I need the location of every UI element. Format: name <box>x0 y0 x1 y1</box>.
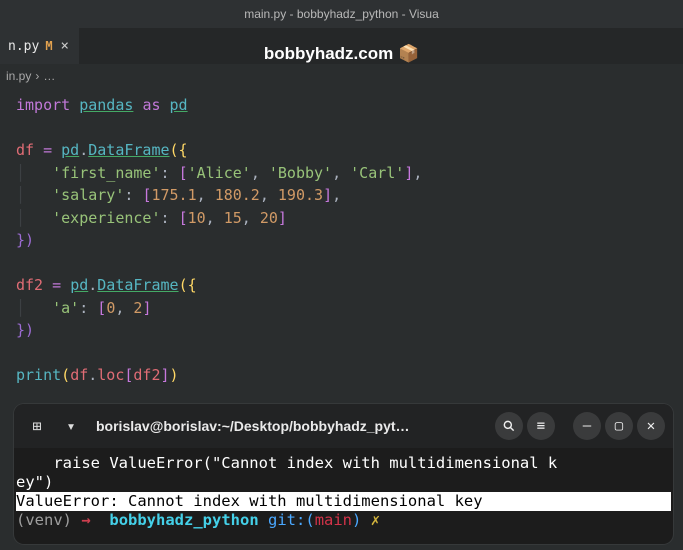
window-title: main.py - bobbyhadz_python - Visua <box>244 7 439 21</box>
chevron-down-icon[interactable]: ▾ <box>56 411 86 441</box>
terminal-output[interactable]: raise ValueError("Cannot index with mult… <box>14 448 673 530</box>
watermark-overlay: bobbyhadz.com 📦 <box>0 44 683 64</box>
menu-icon[interactable]: ≡ <box>527 412 555 440</box>
chevron-right-icon: › <box>35 69 39 83</box>
terminal-line: ey") <box>16 473 671 492</box>
window-title-bar: main.py - bobbyhadz_python - Visua <box>0 0 683 28</box>
breadcrumb[interactable]: in.py › … <box>0 64 683 88</box>
new-tab-icon[interactable]: ⊞ <box>22 411 52 441</box>
terminal-window: ⊞ ▾ borislav@borislav:~/Desktop/bobbyhad… <box>14 404 673 544</box>
search-icon[interactable] <box>495 412 523 440</box>
breadcrumb-more: … <box>43 69 55 83</box>
code-editor[interactable]: import pandas as pd df = pd.DataFrame({ … <box>0 88 683 387</box>
minimize-icon[interactable]: — <box>573 412 601 440</box>
breadcrumb-file: in.py <box>6 69 31 83</box>
maximize-icon[interactable]: ▢ <box>605 412 633 440</box>
terminal-line: raise ValueError("Cannot index with mult… <box>16 454 671 473</box>
error-line: ValueError: Cannot index with multidimen… <box>16 492 671 511</box>
terminal-title-bar: ⊞ ▾ borislav@borislav:~/Desktop/bobbyhad… <box>14 404 673 448</box>
close-icon[interactable]: ✕ <box>637 412 665 440</box>
terminal-title: borislav@borislav:~/Desktop/bobbyhadz_py… <box>90 418 491 434</box>
prompt-line: (venv) → bobbyhadz_python git:(main) ✗ <box>16 511 671 530</box>
